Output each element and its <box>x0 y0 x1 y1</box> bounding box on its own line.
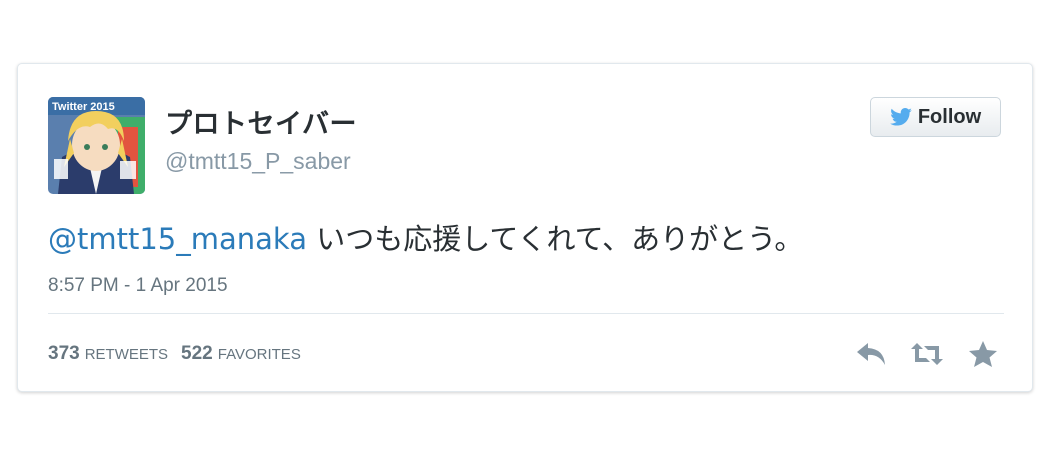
favorite-star-icon <box>969 341 997 367</box>
tweet-stats: 373 RETWEETS 522 FAVORITES <box>48 343 314 365</box>
avatar-image: Twitter 2015 <box>48 97 145 194</box>
favorites-count[interactable]: 522 <box>181 343 213 365</box>
twitter-bird-icon <box>890 108 912 126</box>
retweet-button[interactable] <box>910 339 944 369</box>
tweet-body: いつも応援してくれて、ありがとう。 <box>307 222 804 256</box>
favorites-label[interactable]: FAVORITES <box>218 346 301 363</box>
divider <box>48 313 1004 314</box>
avatar[interactable]: Twitter 2015 <box>48 97 145 194</box>
reply-icon <box>857 343 885 365</box>
retweets-label[interactable]: RETWEETS <box>85 346 168 363</box>
retweet-icon <box>911 343 943 365</box>
tweet-actions <box>854 339 1000 369</box>
tweet-card: Twitter 2015 プロトセイバー @tmtt15_P_saber Fol… <box>17 63 1033 392</box>
reply-button[interactable] <box>854 339 888 369</box>
timestamp[interactable]: 8:57 PM - 1 Apr 2015 <box>48 275 228 297</box>
mention-link[interactable]: @tmtt15_manaka <box>48 222 307 256</box>
follow-label: Follow <box>917 105 982 128</box>
avatar-caption: Twitter 2015 <box>52 101 115 113</box>
user-handle[interactable]: @tmtt15_P_saber <box>165 148 351 175</box>
retweets-count[interactable]: 373 <box>48 343 80 365</box>
favorite-button[interactable] <box>966 339 1000 369</box>
follow-button[interactable]: Follow <box>870 97 1001 137</box>
display-name[interactable]: プロトセイバー <box>165 102 357 141</box>
tweet-text: @tmtt15_manaka いつも応援してくれて、ありがとう。 <box>48 216 803 258</box>
